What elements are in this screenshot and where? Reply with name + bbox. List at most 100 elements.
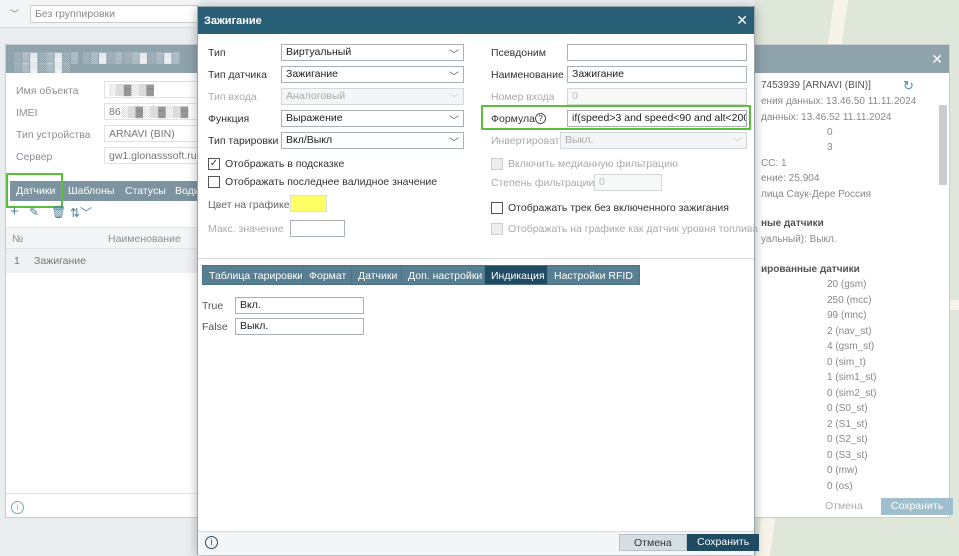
show-last-valid-checkbox[interactable] <box>208 176 220 188</box>
add-icon[interactable]: + <box>10 203 19 220</box>
sort-icon[interactable]: ⇅﹀ <box>70 204 92 221</box>
chevron-down-icon: ﹀ <box>449 72 459 83</box>
object-name-value: ░▒▓░▒▓ <box>109 84 155 96</box>
cancel-button[interactable]: Отмена <box>815 498 873 515</box>
show-in-tooltip-checkbox[interactable]: ✓ <box>208 158 220 170</box>
tab-extra-settings[interactable]: Доп. настройки <box>401 265 490 285</box>
filter-level-value: 0 <box>599 176 605 188</box>
info-row: ение: 25.904 <box>761 173 820 184</box>
close-icon[interactable]: ✕ <box>931 51 943 68</box>
info-row: 3 <box>827 142 833 153</box>
section-title: ные датчики <box>761 218 824 229</box>
info-panel: ✕ 7453939 [ARNAVI (BIN)] ↻ ения данных: … <box>752 44 954 518</box>
input-number-input[interactable]: 0 <box>567 88 747 105</box>
alias-input[interactable] <box>567 44 747 61</box>
invert-select[interactable]: Выкл. ﹀ <box>560 132 747 149</box>
chevron-down-icon: ﹀ <box>732 138 742 149</box>
table-header: № Наименование <box>6 227 204 249</box>
chevron-down-icon: ﹀ <box>449 50 459 61</box>
function-label: Функция <box>208 113 250 125</box>
invert-label: Инвертировать <box>491 135 565 147</box>
cancel-button[interactable]: Отмена <box>619 534 687 551</box>
column-name: Наименование <box>108 233 181 245</box>
refresh-icon[interactable]: ↻ <box>903 78 914 94</box>
edit-icon[interactable]: ✎ <box>29 205 39 219</box>
sensor-type-value: Зажигание <box>286 68 339 80</box>
top-bar: ﹀ Без группировки <box>0 0 200 28</box>
show-last-valid-label: Отображать последнее валидное значение <box>225 176 438 188</box>
chevron-down-icon[interactable]: ﹀ <box>10 7 19 20</box>
sensor-type-select[interactable]: Зажигание ﹀ <box>281 66 464 83</box>
chevron-down-icon: ﹀ <box>449 94 459 105</box>
row-name: Зажигание <box>34 255 87 267</box>
filter-level-label: Степень фильтрации <box>491 177 595 189</box>
tab-sensors[interactable]: Датчики <box>351 265 405 285</box>
device-type-value: ARNAVI (BIN) <box>109 128 175 140</box>
sensor-value: 2 (S1_st) <box>827 418 868 430</box>
info-row: данных: 13.46.52 11.11.2024 <box>761 112 892 123</box>
invert-value: Выкл. <box>565 134 594 146</box>
tab-indication[interactable]: Индикация <box>484 265 552 285</box>
true-value: Вкл. <box>240 299 261 311</box>
info-row: СС: 1 <box>761 158 787 169</box>
sensor-value: 0 (S2_st) <box>827 434 868 445</box>
chevron-down-icon: ﹀ <box>449 138 459 149</box>
tab-statuses[interactable]: Статусы <box>119 181 172 201</box>
input-type-select[interactable]: Аналоговый ﹀ <box>281 88 464 105</box>
table-row[interactable]: 1 Зажигание <box>6 249 204 273</box>
imei-value: 86░▒▓░▒▓░▒▓ <box>109 106 189 118</box>
false-value: Выкл. <box>240 320 269 332</box>
fuel-level-label: Отображать на графике как датчик уровня … <box>508 223 759 235</box>
server-field[interactable]: gw1.glonasssoft.ru:13 <box>104 147 204 164</box>
divider <box>6 493 204 494</box>
input-number-label: Номер входа <box>491 91 555 103</box>
field-label: Имя объекта <box>16 85 79 97</box>
save-button[interactable]: Сохранить <box>881 498 954 515</box>
type-label: Тип <box>208 47 226 59</box>
false-value-input[interactable]: Выкл. <box>235 318 364 335</box>
column-number: № <box>12 233 24 245</box>
tab-calibration-table[interactable]: Таблица тарировки <box>202 265 311 285</box>
sensor-value: 0 (S0_st) <box>827 403 868 414</box>
grouping-value: Без группировки <box>35 8 115 20</box>
divider <box>198 258 754 259</box>
info-icon[interactable]: i <box>205 536 218 549</box>
save-button[interactable]: Сохранить <box>687 534 760 551</box>
input-type-value: Аналоговый <box>286 90 346 102</box>
tab-templates[interactable]: Шаблоны <box>62 181 121 201</box>
sensor-value: 250 (mcc) <box>827 294 872 306</box>
calibration-type-select[interactable]: Вкл/Выкл ﹀ <box>281 132 464 149</box>
max-value-input[interactable] <box>290 220 345 237</box>
function-value: Выражение <box>286 112 343 124</box>
sensor-type-label: Тип датчика <box>208 69 267 81</box>
delete-icon[interactable]: 🗑 <box>51 205 66 219</box>
color-swatch[interactable] <box>290 195 327 212</box>
server-value: gw1.glonasssoft.ru:13 <box>109 150 204 162</box>
alias-label: Псевдоним <box>491 47 546 59</box>
field-label: Сервер <box>16 151 53 163</box>
sensor-value: 20 (gsm) <box>827 279 867 290</box>
true-value-input[interactable]: Вкл. <box>235 297 364 314</box>
row-number: 1 <box>14 255 20 267</box>
max-value-label: Макс. значение <box>208 223 284 235</box>
median-filter-label: Включить медианную фильтрацию <box>508 158 678 170</box>
name-value: Зажигание <box>572 68 625 80</box>
median-filter-checkbox[interactable] <box>491 158 503 170</box>
filter-level-input[interactable]: 0 <box>594 174 662 191</box>
grouping-select[interactable]: Без группировки <box>30 5 198 23</box>
dialog-title-bar: Зажигание ✕ <box>198 7 754 34</box>
imei-field[interactable]: 86░▒▓░▒▓░▒▓ <box>104 103 204 120</box>
info-icon[interactable]: i <box>11 501 24 514</box>
object-name-field[interactable]: ░▒▓░▒▓ <box>104 81 204 98</box>
name-input[interactable]: Зажигание <box>567 66 747 83</box>
tab-format[interactable]: Формат <box>302 265 354 285</box>
function-select[interactable]: Выражение ﹀ <box>281 110 464 127</box>
close-icon[interactable]: ✕ <box>736 12 748 29</box>
sensor-value: 0 (mw) <box>827 465 858 476</box>
type-select[interactable]: Виртуальный ﹀ <box>281 44 464 61</box>
scrollbar[interactable] <box>939 105 947 185</box>
tab-rfid-settings[interactable]: Настройки RFID <box>547 265 640 285</box>
track-without-ignition-checkbox[interactable] <box>491 202 503 214</box>
device-type-field[interactable]: ARNAVI (BIN) <box>104 125 204 142</box>
fuel-level-checkbox[interactable] <box>491 223 503 235</box>
